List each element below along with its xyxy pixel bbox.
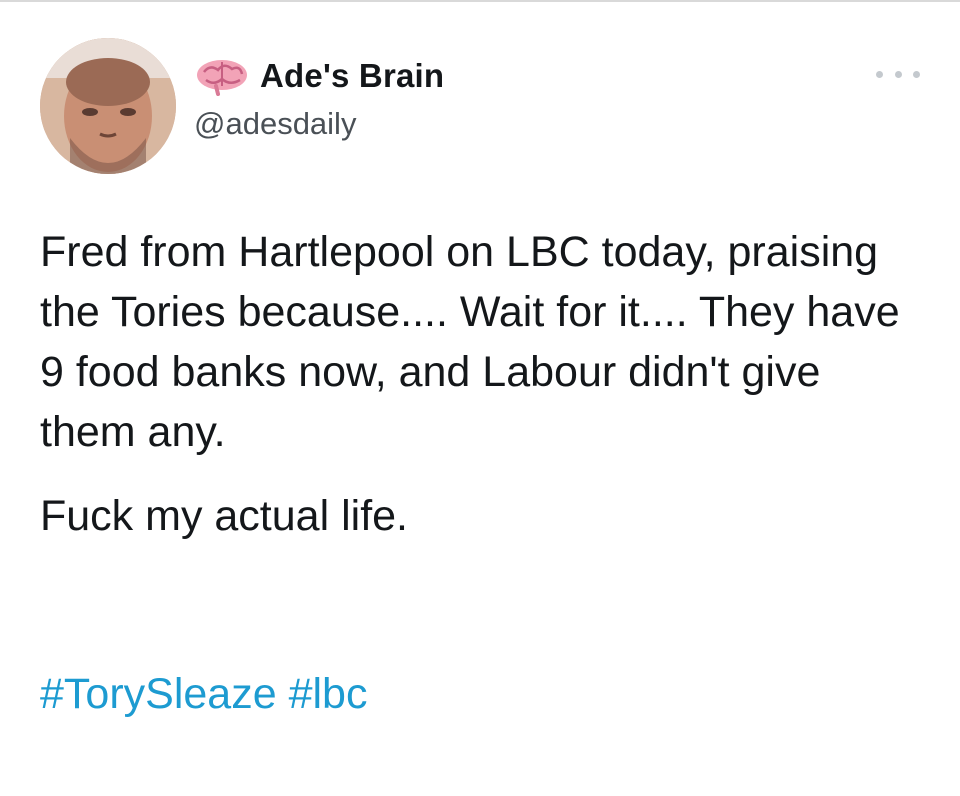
tweet-text: Fred from Hartlepool on LBC today, prais… bbox=[40, 222, 920, 546]
user-handle: @adesdaily bbox=[194, 106, 357, 141]
hashtag-lbc[interactable]: #lbc bbox=[289, 670, 368, 718]
more-options-icon[interactable] bbox=[876, 66, 920, 82]
more-dot bbox=[894, 70, 902, 78]
top-divider bbox=[0, 0, 960, 2]
avatar[interactable] bbox=[40, 38, 176, 174]
hashtag-torysleaze[interactable]: #TorySleaze bbox=[40, 670, 277, 718]
tweet-paragraph-2: Fuck my actual life. bbox=[40, 492, 408, 540]
author-name-row[interactable]: Ade's Brain bbox=[194, 54, 444, 98]
tweet-paragraph-1: Fred from Hartlepool on LBC today, prais… bbox=[40, 228, 900, 456]
person-avatar-icon bbox=[40, 38, 176, 174]
more-dot bbox=[876, 70, 883, 78]
more-dot bbox=[913, 70, 920, 78]
hashtag-row: #TorySleaze #lbc bbox=[40, 664, 367, 724]
brain-icon bbox=[194, 56, 250, 96]
display-name: Ade's Brain bbox=[260, 57, 445, 94]
